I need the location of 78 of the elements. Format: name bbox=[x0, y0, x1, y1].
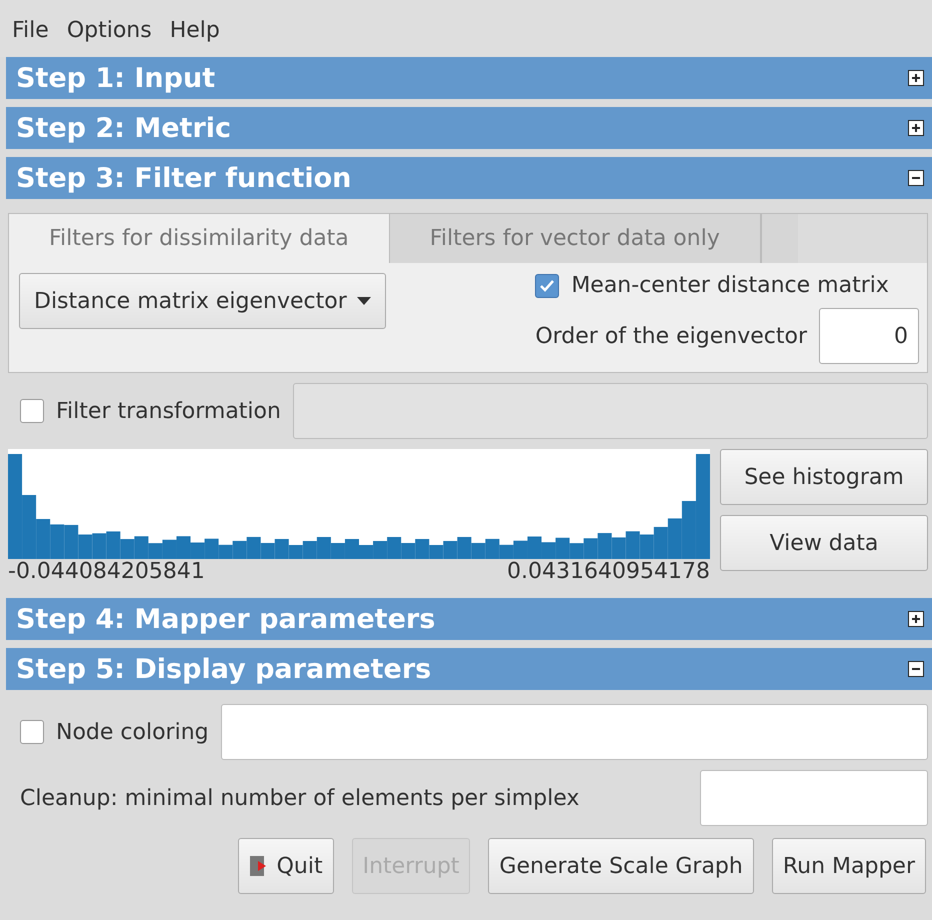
action-button[interactable]: Generate Scale Graph bbox=[488, 838, 754, 894]
expand-icon[interactable] bbox=[908, 611, 924, 627]
histogram-bar bbox=[640, 534, 654, 559]
action-button[interactable]: Quit bbox=[238, 838, 334, 894]
histogram-bar bbox=[373, 541, 388, 559]
panel-button[interactable]: See histogram bbox=[720, 449, 928, 505]
histogram-bar bbox=[527, 536, 542, 559]
histogram-bar bbox=[106, 531, 120, 559]
checkbox[interactable] bbox=[20, 399, 44, 423]
histogram-bar bbox=[64, 524, 78, 559]
histogram-bar bbox=[288, 545, 303, 559]
section-title: Step 2: Metric bbox=[16, 112, 232, 144]
checkmark-icon bbox=[539, 278, 556, 294]
histogram-bar bbox=[457, 536, 472, 559]
histogram-bar bbox=[330, 543, 345, 559]
histogram-bar bbox=[190, 542, 205, 559]
histogram-bar bbox=[316, 537, 331, 559]
histogram-bar bbox=[429, 545, 444, 559]
histogram-bar bbox=[232, 540, 247, 559]
histogram-bar bbox=[218, 544, 233, 559]
histogram-bar bbox=[162, 540, 176, 559]
histogram-bar bbox=[499, 544, 514, 559]
field-label: Cleanup: minimal number of elements per simplex bbox=[20, 786, 580, 810]
histogram-bar bbox=[443, 541, 458, 559]
field-label: Order of the eigenvector bbox=[535, 324, 807, 348]
checkbox[interactable] bbox=[535, 274, 560, 298]
expand-icon[interactable] bbox=[908, 70, 924, 86]
histogram-bar bbox=[513, 540, 528, 559]
histogram-bar bbox=[387, 537, 402, 559]
histogram-bar bbox=[359, 545, 374, 559]
histogram-bar bbox=[302, 541, 317, 559]
panel-button[interactable]: View data bbox=[720, 515, 928, 571]
collapse-icon[interactable] bbox=[908, 661, 924, 677]
histogram-bar bbox=[260, 542, 275, 559]
histogram-bar bbox=[598, 533, 612, 559]
node-coloring-field[interactable] bbox=[220, 704, 928, 760]
collapse-icon[interactable] bbox=[908, 170, 924, 186]
histogram-bar bbox=[668, 518, 682, 559]
cleanup-field[interactable] bbox=[700, 770, 928, 826]
histogram-bar bbox=[584, 538, 598, 559]
histogram-bar bbox=[344, 539, 359, 559]
section-title: Step 5: Display parameters bbox=[16, 654, 432, 684]
axis-label: -0.044084205841 bbox=[8, 559, 205, 584]
caret-icon bbox=[356, 297, 371, 305]
histogram-bar bbox=[415, 539, 430, 559]
filter-dropdown[interactable]: Distance matrix eigenvector bbox=[19, 273, 386, 329]
checkbox-label: Node coloring bbox=[56, 720, 209, 744]
menu-item[interactable]: Options bbox=[60, 14, 158, 47]
menu-item[interactable]: File bbox=[6, 14, 55, 47]
histogram-bar bbox=[92, 533, 106, 559]
checkbox-label: Filter transformation bbox=[56, 398, 281, 424]
histogram-bar bbox=[204, 538, 219, 559]
axis-label: 0.0431640954178 bbox=[507, 559, 710, 584]
histogram-bar bbox=[246, 536, 261, 559]
menu-item[interactable]: Help bbox=[164, 14, 226, 47]
order-field[interactable]: 0 bbox=[819, 308, 919, 364]
histogram-bar bbox=[485, 538, 500, 559]
histogram-bar bbox=[78, 534, 92, 559]
action-button[interactable]: Run Mapper bbox=[772, 838, 926, 894]
section-title: Step 4: Mapper parameters bbox=[16, 604, 436, 634]
checkbox-label: Mean-center distance matrix bbox=[571, 273, 889, 298]
histogram-bar bbox=[542, 542, 556, 559]
histogram-bar bbox=[570, 543, 584, 559]
histogram-bar bbox=[50, 524, 64, 559]
histogram-bar bbox=[401, 543, 416, 559]
histogram-bar bbox=[626, 531, 640, 559]
histogram-bar bbox=[654, 526, 668, 559]
histogram-bar bbox=[612, 537, 626, 559]
tab[interactable]: Filters for dissimilarity data bbox=[9, 214, 390, 263]
histogram-bar bbox=[556, 538, 570, 559]
histogram-bar bbox=[274, 539, 289, 559]
histogram-bar bbox=[471, 542, 486, 559]
checkbox[interactable] bbox=[20, 720, 44, 744]
section-title: Step 1: Input bbox=[16, 62, 216, 94]
histogram-bar bbox=[176, 536, 191, 559]
section-title: Step 3: Filter function bbox=[16, 162, 352, 194]
histogram-bar bbox=[120, 539, 134, 559]
expand-icon[interactable] bbox=[908, 120, 924, 136]
